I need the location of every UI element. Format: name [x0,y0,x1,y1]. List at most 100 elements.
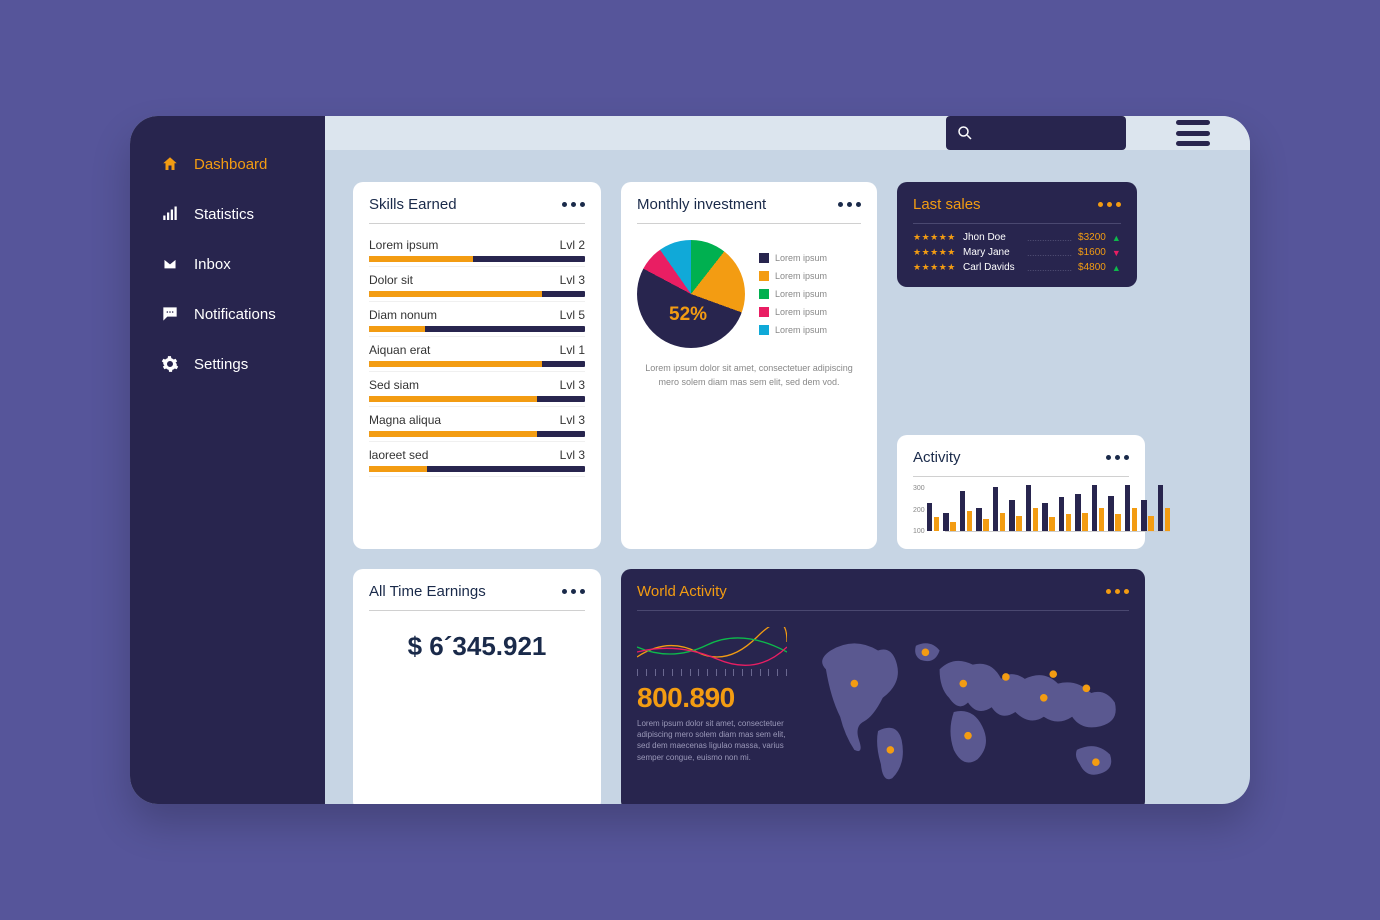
sidebar-item-label: Settings [194,356,248,373]
star-rating: ★★★★★ [913,232,957,243]
card-title: Monthly investment [637,196,766,213]
bar-group [1075,494,1088,531]
bar-group [1108,496,1121,531]
bar-group [1141,500,1154,531]
legend-item: Lorem ipsum [759,271,827,281]
world-card: World Activity [621,569,1145,804]
skill-name: Aiquan erat [369,343,430,357]
skill-name: Magna aliqua [369,413,441,427]
skill-row: Diam nonum Lvl 5 [369,302,585,337]
skill-level: Lvl 5 [560,308,585,322]
topbar [325,116,1250,150]
bar-group [960,491,973,531]
skill-level: Lvl 3 [560,448,585,462]
skill-row: Sed siam Lvl 3 [369,372,585,407]
activity-card: Activity 300 200 100 [897,435,1145,549]
world-number: 800.890 [637,682,787,714]
skills-card: Skills Earned Lorem ipsum Lvl 2 Dolor sit L… [353,182,601,549]
legend-item: Lorem ipsum [759,325,827,335]
search-input[interactable] [946,116,1126,150]
star-rating: ★★★★★ [913,247,957,258]
mail-icon [160,254,180,274]
star-rating: ★★★★★ [913,262,957,273]
investment-card: Monthly investment 52% Lorem ipsumLorem … [621,182,877,549]
menu-button[interactable] [1176,120,1210,146]
skill-row: Magna aliqua Lvl 3 [369,407,585,442]
bars-icon [160,204,180,224]
world-sparkline [637,627,787,667]
sidebar-item-label: Dashboard [194,156,267,173]
ruler-icon [637,667,787,682]
bar-group [927,503,940,531]
skill-level: Lvl 3 [560,273,585,287]
skill-progress [369,256,585,262]
world-text: Lorem ipsum dolor sit amet, consectetuer… [637,718,787,763]
more-icon[interactable] [838,202,861,207]
legend-item: Lorem ipsum [759,289,827,299]
bar-group [1026,485,1039,531]
sidebar-item-settings[interactable]: Settings [160,354,325,374]
sale-amount: $4800 [1078,262,1106,273]
earnings-value: $ 6´345.921 [369,619,585,666]
bar-group [1092,485,1105,531]
more-icon[interactable] [1106,589,1129,594]
pie-chart: 52% [637,240,745,348]
activity-bar-chart [927,485,1171,535]
skill-progress [369,326,585,332]
sidebar-item-inbox[interactable]: Inbox [160,254,325,274]
sidebar-item-statistics[interactable]: Statistics [160,204,325,224]
more-icon[interactable] [562,202,585,207]
skill-name: Dolor sit [369,273,413,287]
more-icon[interactable] [1106,455,1129,460]
activity-y-axis: 300 200 100 [913,485,925,535]
bar-group [1125,485,1138,531]
bar-group [993,487,1006,531]
card-title: Last sales [913,196,981,213]
sidebar-item-dashboard[interactable]: Dashboard [160,154,325,174]
card-title: Skills Earned [369,196,457,213]
card-title: Activity [913,449,961,466]
sidebar: Dashboard Statistics Inbox Notifications… [130,116,325,804]
pie-caption: Lorem ipsum dolor sit amet, consectetuer… [637,362,861,389]
skill-name: Sed siam [369,378,419,392]
skill-level: Lvl 3 [560,413,585,427]
sidebar-item-notifications[interactable]: Notifications [160,304,325,324]
skill-level: Lvl 3 [560,378,585,392]
skill-name: Lorem ipsum [369,238,438,252]
sales-card: Last sales ★★★★★Jhon Doe................… [897,182,1137,287]
sale-name: Mary Jane [963,247,1021,258]
main: Skills Earned Lorem ipsum Lvl 2 Dolor sit L… [325,116,1250,804]
skill-level: Lvl 1 [560,343,585,357]
skill-progress [369,361,585,367]
card-title: World Activity [637,583,727,600]
search-icon [956,124,974,142]
content-grid: Skills Earned Lorem ipsum Lvl 2 Dolor sit L… [325,150,1250,804]
pie-legend: Lorem ipsum Lorem ipsum Lorem ipsum Lorem i… [759,253,827,335]
sale-name: Carl Davids [963,262,1021,273]
more-icon[interactable] [562,589,585,594]
home-icon [160,154,180,174]
sidebar-item-label: Inbox [194,256,231,273]
skill-name: laoreet sed [369,448,428,462]
skill-level: Lvl 2 [560,238,585,252]
bar-group [1059,497,1072,531]
sale-amount: $3200 [1078,232,1106,243]
skill-row: Aiquan erat Lvl 1 [369,337,585,372]
bar-group [1042,503,1055,531]
earnings-card: All Time Earnings $ 6´345.921 [353,569,601,804]
world-map [807,627,1129,797]
sale-amount: $1600 [1078,247,1106,258]
app-window: Dashboard Statistics Inbox Notifications… [130,116,1250,804]
bar-group [943,513,956,531]
skill-name: Diam nonum [369,308,437,322]
pie-center-label: 52% [669,304,707,326]
sale-row: ★★★★★Mary Jane..................$1600▼ [913,247,1121,258]
more-icon[interactable] [1098,202,1121,207]
legend-item: Lorem ipsum [759,253,827,263]
skill-row: Lorem ipsum Lvl 2 [369,232,585,267]
sale-row: ★★★★★Jhon Doe..................$3200▲ [913,232,1121,243]
skill-progress [369,431,585,437]
sidebar-item-label: Statistics [194,206,254,223]
legend-item: Lorem ipsum [759,307,827,317]
skill-progress [369,466,585,472]
